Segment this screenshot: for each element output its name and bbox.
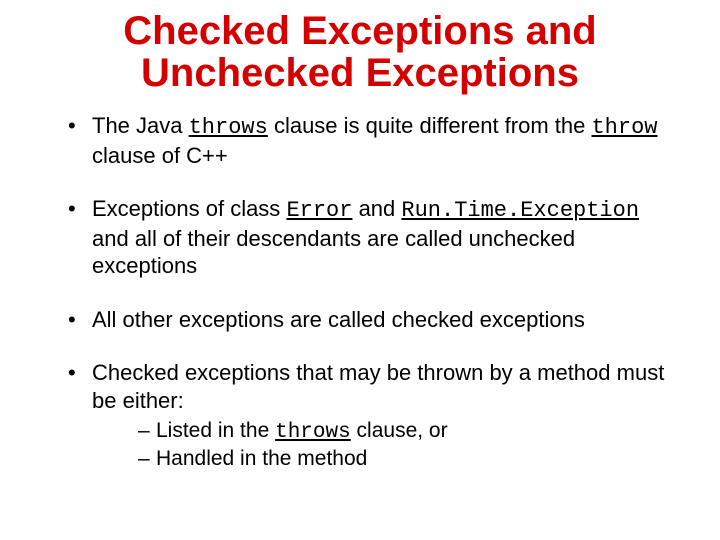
bullet-3: All other exceptions are called checked … bbox=[68, 306, 680, 334]
slide-title: Checked Exceptions and Unchecked Excepti… bbox=[40, 10, 680, 94]
sub-bullet-1: Listed in the throws clause, or bbox=[138, 418, 680, 446]
slide: Checked Exceptions and Unchecked Excepti… bbox=[0, 0, 720, 540]
text: Checked exceptions that may be thrown by… bbox=[92, 360, 664, 413]
text: All other exceptions are called checked … bbox=[92, 307, 585, 332]
text: clause, or bbox=[351, 419, 448, 442]
text: and all of their descendants are called … bbox=[92, 226, 575, 279]
text: The Java bbox=[92, 113, 189, 138]
sub-list: Listed in the throws clause, or Handled … bbox=[92, 418, 680, 473]
text: clause of C++ bbox=[92, 143, 228, 168]
code-error: Error bbox=[286, 198, 352, 223]
text: clause is quite different from the bbox=[268, 113, 592, 138]
code-throws: throws bbox=[189, 115, 268, 140]
bullet-4: Checked exceptions that may be thrown by… bbox=[68, 359, 680, 473]
code-runtimeexception: Run.Time.Exception bbox=[401, 198, 639, 223]
bullet-list: The Java throws clause is quite differen… bbox=[40, 112, 680, 473]
title-line-2: Unchecked Exceptions bbox=[141, 51, 579, 95]
code-throws: throws bbox=[275, 421, 351, 444]
text: Handled in the method bbox=[156, 447, 367, 470]
sub-bullet-2: Handled in the method bbox=[138, 446, 680, 472]
bullet-1: The Java throws clause is quite differen… bbox=[68, 112, 680, 169]
text: and bbox=[352, 196, 401, 221]
text: Listed in the bbox=[156, 419, 275, 442]
bullet-2: Exceptions of class Error and Run.Time.E… bbox=[68, 195, 680, 280]
title-line-1: Checked Exceptions and bbox=[123, 9, 596, 53]
text: Exceptions of class bbox=[92, 196, 286, 221]
code-throw: throw bbox=[591, 115, 657, 140]
